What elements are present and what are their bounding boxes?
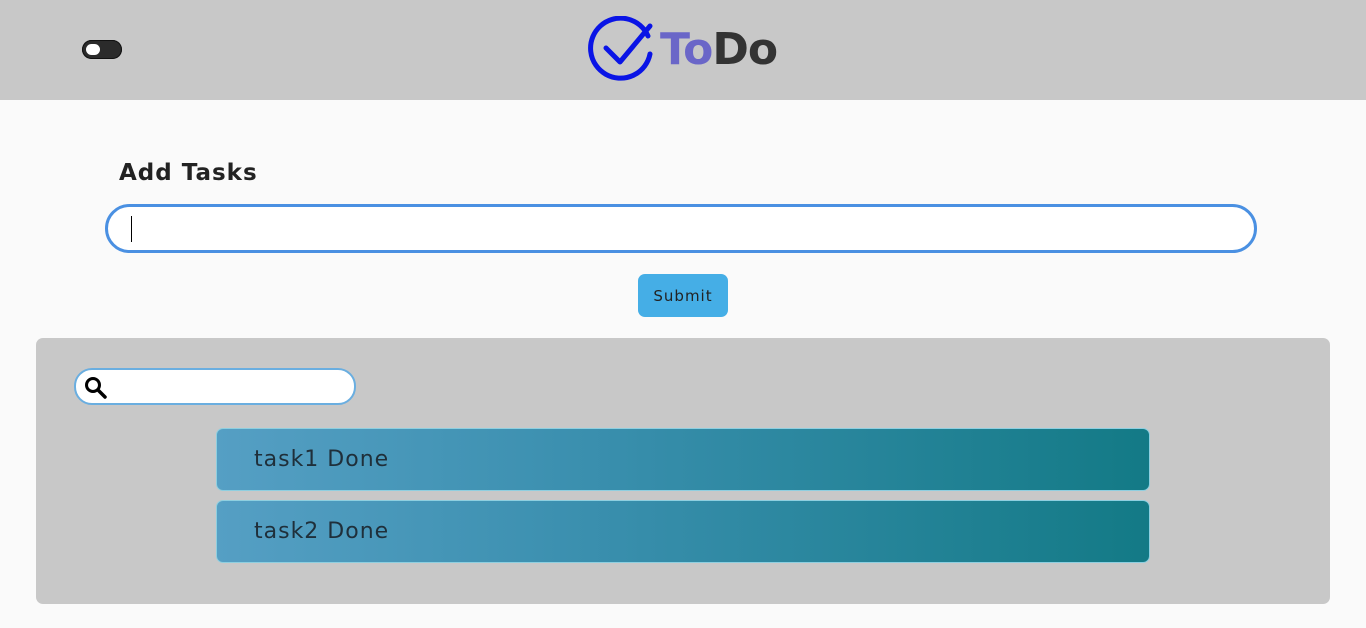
- logo-text: ToDo: [660, 28, 778, 72]
- task-list-panel: task1 Done task2 Done: [36, 338, 1330, 604]
- task-input[interactable]: [105, 204, 1257, 253]
- task-item-label: task2 Done: [254, 519, 390, 544]
- logo-text-do: Do: [712, 24, 778, 75]
- search-input[interactable]: [110, 374, 350, 402]
- search-box[interactable]: [74, 368, 356, 405]
- search-icon: [85, 377, 107, 399]
- submit-button[interactable]: Submit: [638, 274, 728, 317]
- logo-text-to: To: [660, 24, 713, 75]
- task-item[interactable]: task1 Done: [216, 428, 1150, 491]
- theme-toggle-switch[interactable]: [82, 40, 122, 59]
- task-item[interactable]: task2 Done: [216, 500, 1150, 563]
- text-caret: [131, 216, 132, 242]
- app-header: ToDo: [0, 0, 1366, 100]
- app-logo: ToDo: [588, 16, 778, 84]
- check-circle-icon: [588, 16, 653, 81]
- task-item-label: task1 Done: [254, 447, 390, 472]
- task-list: task1 Done task2 Done: [216, 428, 1150, 572]
- add-tasks-title: Add Tasks: [119, 160, 258, 186]
- toggle-knob: [86, 44, 100, 55]
